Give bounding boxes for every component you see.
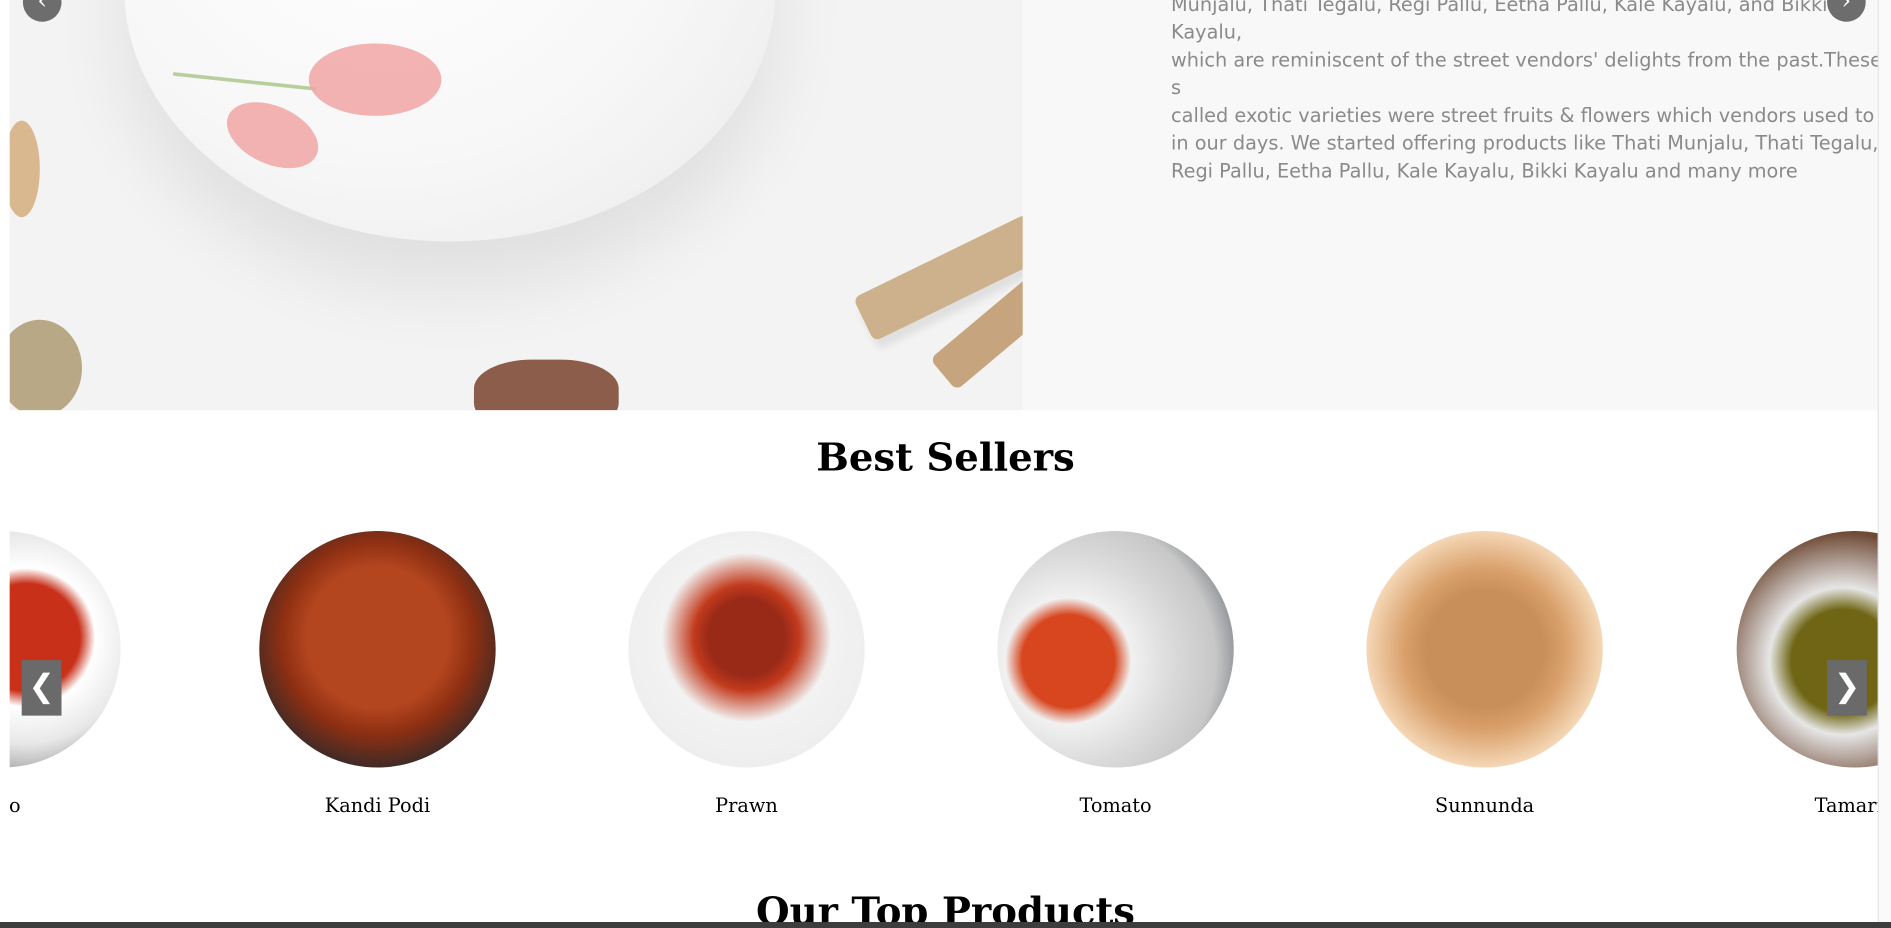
hero-slider: Munjalu, Thati Tegalu, Regi Pallu, Eetha… <box>9 0 1879 411</box>
flower-decoration <box>308 43 442 116</box>
spice-decoration <box>9 120 40 218</box>
product-image[interactable] <box>1366 530 1603 768</box>
carousel-next-arrow-icon[interactable]: ❯ <box>1827 660 1867 716</box>
carousel-prev-arrow-icon[interactable]: ❮ <box>21 660 62 716</box>
product-name[interactable]: Kandi Podi <box>233 794 522 817</box>
product-name[interactable]: Tomato <box>971 794 1260 817</box>
product-image[interactable] <box>259 530 496 768</box>
best-sellers-carousel: ngo Kandi Podi Prawn Tomato Sunnunda Tam… <box>9 530 1879 845</box>
product-name[interactable]: Tamarin <box>1710 794 1879 817</box>
product-name[interactable]: ngo <box>10 794 147 817</box>
hero-description: Munjalu, Thati Tegalu, Regi Pallu, Eetha… <box>1171 0 1879 183</box>
bottom-window-edge <box>0 921 1891 928</box>
cumin-decoration <box>9 319 83 411</box>
product-image[interactable] <box>997 530 1234 768</box>
star-anise-decoration <box>473 359 619 411</box>
product-image[interactable] <box>1736 530 1879 768</box>
product-name[interactable]: Prawn <box>602 794 891 817</box>
vertical-scrollbar[interactable] <box>1877 0 1891 928</box>
product-card[interactable]: Tomato <box>971 530 1260 817</box>
product-card[interactable]: Sunnunda <box>1340 530 1629 817</box>
product-image[interactable] <box>628 530 865 768</box>
bowl-image <box>124 0 776 242</box>
best-sellers-title: Best Sellers <box>816 434 1075 481</box>
product-card[interactable]: Prawn <box>602 530 891 817</box>
product-name[interactable]: Sunnunda <box>1340 794 1629 817</box>
page-content: Munjalu, Thati Tegalu, Regi Pallu, Eetha… <box>0 0 1891 928</box>
hero-image-pickle-bowl <box>9 0 1023 411</box>
product-card[interactable]: Kandi Podi <box>233 530 522 817</box>
browser-viewport: Munjalu, Thati Tegalu, Regi Pallu, Eetha… <box>0 0 1891 928</box>
product-image[interactable] <box>9 530 121 768</box>
